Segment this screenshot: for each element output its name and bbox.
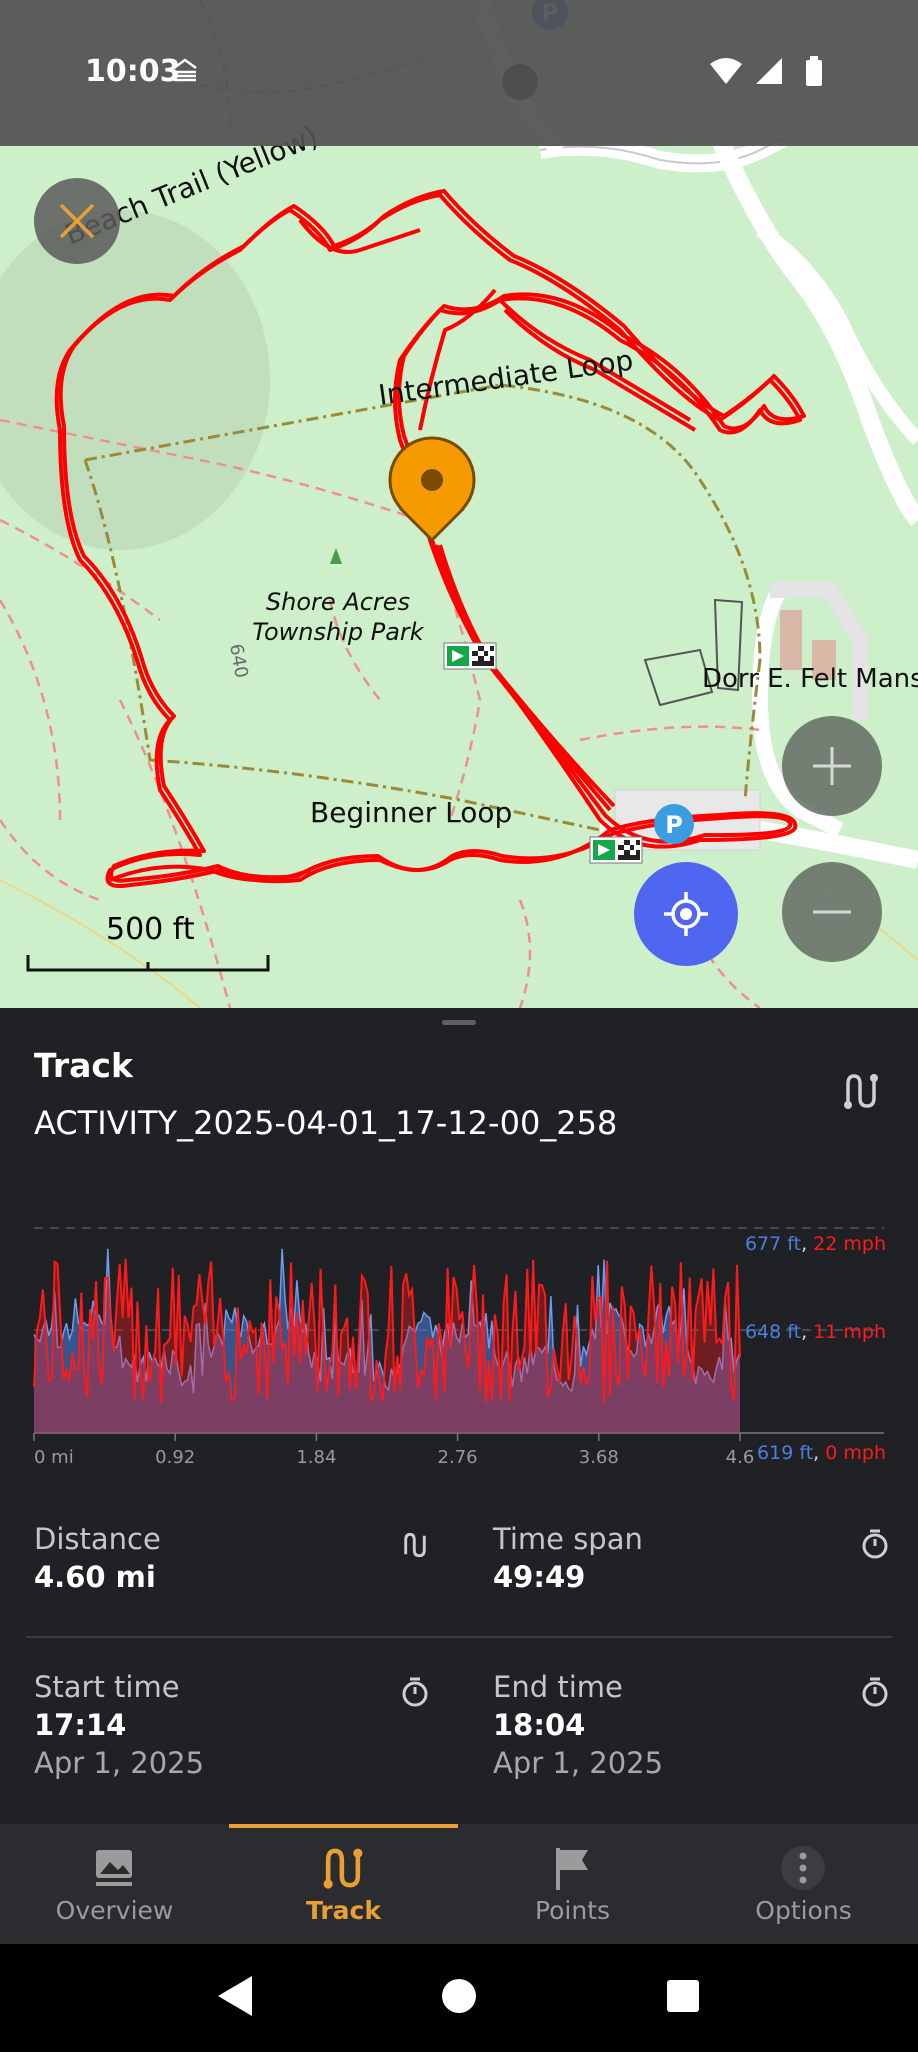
end-time-stat: End time 18:04 Apr 1, 2025 <box>493 1670 663 1780</box>
x-tick-label: 4.6 <box>726 1447 755 1468</box>
svg-text:P: P <box>665 811 683 839</box>
my-location-button[interactable] <box>634 862 738 966</box>
plus-icon <box>813 747 851 785</box>
recents-icon[interactable] <box>667 1980 699 2012</box>
map-label-park-1: Shore Acres <box>266 588 410 616</box>
x-tick-label: 2.76 <box>438 1447 478 1468</box>
route-icon[interactable] <box>840 1070 882 1112</box>
tab-overview-label: Overview <box>55 1896 174 1925</box>
time-span-stat: Time span 49:49 <box>493 1522 643 1594</box>
map-canvas: P P <box>0 0 918 1008</box>
scale-label: 500 ft <box>106 912 195 947</box>
system-icons <box>708 54 838 92</box>
map-label-beginner-loop: Beginner Loop <box>310 796 512 829</box>
location-pin-icon <box>388 436 476 543</box>
time-span-label: Time span <box>493 1522 643 1556</box>
y-axis-label: 648 ft, 11 mph <box>745 1321 886 1343</box>
zoom-in-button[interactable] <box>782 716 882 816</box>
home-icon[interactable] <box>442 1979 476 2013</box>
x-tick-label: 1.84 <box>296 1447 336 1468</box>
track-name: ACTIVITY_2025-04-01_17-12-00_258 <box>34 1104 618 1142</box>
elevation-speed-chart[interactable]: 0 mi 0.92 1.84 2.76 3.68 4.6 677 ft, 22 mph 64… <box>0 1208 918 1478</box>
x-tick-label: 0.92 <box>155 1447 195 1468</box>
crosshair-icon <box>664 892 708 936</box>
x-tick-label: 0 mi <box>34 1447 74 1468</box>
start-date-value: Apr 1, 2025 <box>34 1746 205 1780</box>
status-bar: 10:03 <box>0 0 918 146</box>
bottom-navigation: Overview Track Points Options <box>0 1824 918 1944</box>
drag-handle[interactable] <box>442 1020 476 1025</box>
status-time: 10:03 <box>85 54 181 89</box>
distance-value: 4.60 mi <box>34 1560 156 1594</box>
sim-card-icon <box>173 58 197 82</box>
start-time-value: 17:14 <box>34 1708 127 1742</box>
start-time-stat: Start time 17:14 Apr 1, 2025 <box>34 1670 204 1780</box>
end-date-value: Apr 1, 2025 <box>493 1746 664 1780</box>
tab-options[interactable]: Options <box>689 1824 918 1944</box>
wifi-icon <box>710 58 742 84</box>
distance-label: Distance <box>34 1522 161 1556</box>
close-button[interactable] <box>34 178 120 264</box>
minus-icon <box>813 910 851 914</box>
flag-icon <box>556 1848 588 1890</box>
timer-icon <box>402 1677 428 1707</box>
tab-points[interactable]: Points <box>458 1824 687 1944</box>
back-icon[interactable] <box>218 1976 252 2016</box>
tab-track-label: Track <box>306 1896 381 1925</box>
battery-icon <box>806 56 822 86</box>
system-navigation-bar <box>0 1944 918 2048</box>
zoom-out-button[interactable] <box>782 862 882 962</box>
track-details-sheet: Track ACTIVITY_2025-04-01_17-12-00_258 0… <box>0 1008 918 1824</box>
sheet-title: Track <box>34 1046 133 1085</box>
stats-divider <box>26 1636 892 1638</box>
close-icon <box>59 203 95 239</box>
end-time-label: End time <box>493 1670 623 1704</box>
tab-options-label: Options <box>755 1896 852 1925</box>
map-label-intermediate-loop: Intermediate Loop <box>376 344 635 412</box>
start-time-label: Start time <box>34 1670 180 1704</box>
y-axis-label: 677 ft, 22 mph <box>745 1233 886 1255</box>
map-label-park-2: Township Park <box>252 618 425 646</box>
more-vertical-icon <box>781 1846 825 1890</box>
route-icon <box>323 1848 363 1889</box>
timer-icon <box>862 1529 888 1559</box>
x-tick-label: 3.68 <box>579 1447 619 1468</box>
route-icon <box>404 1532 426 1558</box>
time-span-value: 49:49 <box>493 1560 586 1594</box>
tab-points-label: Points <box>534 1896 611 1925</box>
y-axis-label: 619 ft, 0 mph <box>757 1442 886 1464</box>
tab-track[interactable]: Track <box>229 1824 458 1944</box>
tab-overview[interactable]: Overview <box>0 1824 229 1944</box>
image-icon <box>96 1850 132 1886</box>
end-time-value: 18:04 <box>493 1708 586 1742</box>
timer-icon <box>862 1677 888 1707</box>
distance-stat: Distance 4.60 mi <box>34 1522 161 1594</box>
map-view[interactable]: P P <box>0 0 918 1008</box>
map-label-elevation: 640 <box>225 642 252 679</box>
signal-icon <box>756 58 782 84</box>
map-label-mansion: Dorr E. Felt Mansion <box>702 664 918 694</box>
